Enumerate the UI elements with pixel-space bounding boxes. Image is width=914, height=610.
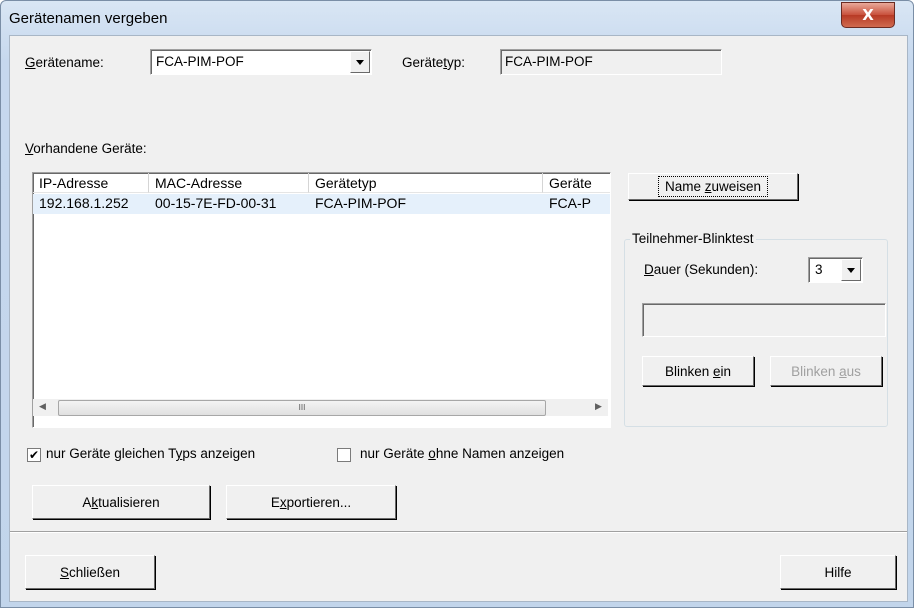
same-type-label[interactable]: nur Geräte gleichen Typs anzeigen	[46, 446, 255, 461]
export-label: Exportieren...	[270, 494, 352, 510]
close-label: Schließen	[59, 564, 121, 580]
title-bar[interactable]: Gerätenamen vergeben X	[1, 1, 913, 35]
column-header-mac[interactable]: MAC-Adresse	[149, 173, 309, 193]
refresh-button[interactable]: Aktualisieren	[32, 485, 210, 519]
cell-mac: 00-15-7E-FD-00-31	[155, 195, 277, 211]
duration-label: Dauer (Sekunden):	[644, 262, 759, 277]
device-type-value: FCA-PIM-POF	[505, 54, 593, 69]
close-button[interactable]: Schließen	[25, 555, 155, 589]
scroll-right-icon[interactable]: ▶	[591, 399, 606, 415]
dialog-window: Gerätenamen vergeben X Gerätename: FCA-P…	[0, 0, 914, 608]
duration-combobox[interactable]: 3	[808, 257, 863, 283]
refresh-label: Aktualisieren	[82, 494, 160, 510]
export-button[interactable]: Exportieren...	[226, 485, 396, 519]
existing-devices-label: Vorhandene Geräte:	[25, 141, 147, 156]
column-header-type2[interactable]: Geräte	[543, 173, 610, 193]
horizontal-scrollbar[interactable]: ◀ III ▶	[33, 399, 608, 416]
help-label: Hilfe	[824, 564, 852, 580]
blink-on-button[interactable]: Blinken ein	[642, 356, 754, 386]
dropdown-arrow-icon	[847, 267, 855, 273]
duration-value: 3	[815, 262, 823, 277]
device-type-field: FCA-PIM-POF	[500, 49, 722, 75]
blink-test-group-title: Teilnehmer-Blinktest	[630, 231, 756, 246]
no-name-checkbox[interactable]	[337, 448, 351, 462]
close-icon: X	[862, 6, 874, 24]
dropdown-arrow-icon	[356, 59, 364, 65]
scrollbar-thumb[interactable]: III	[58, 400, 546, 416]
assign-name-button[interactable]: Name zuweisen	[628, 173, 798, 200]
help-button[interactable]: Hilfe	[780, 555, 896, 589]
window-title: Gerätenamen vergeben	[9, 10, 168, 27]
cell-type: FCA-PIM-POF	[315, 195, 406, 211]
devices-listview[interactable]: IP-Adresse MAC-Adresse Gerätetyp Geräte …	[32, 172, 611, 428]
blink-off-button[interactable]: Blinken aus	[770, 356, 882, 386]
cell-type2: FCA-P	[549, 195, 591, 211]
table-row[interactable]: 192.168.1.252 00-15-7E-FD-00-31 FCA-PIM-…	[33, 194, 610, 214]
column-header-ip[interactable]: IP-Adresse	[33, 173, 149, 193]
blink-on-label: Blinken ein	[664, 363, 732, 379]
no-name-label[interactable]: nur Geräte ohne Namen anzeigen	[360, 446, 564, 461]
footer-separator	[10, 531, 907, 533]
close-window-button[interactable]: X	[841, 2, 895, 28]
device-name-value: FCA-PIM-POF	[156, 54, 244, 69]
same-type-checkbox[interactable]: ✔	[27, 448, 41, 462]
column-header-type[interactable]: Gerätetyp	[309, 173, 543, 193]
device-type-label: Gerätetyp:	[402, 55, 466, 70]
checkbox-check-icon: ✔	[28, 448, 40, 462]
blink-progress-bar	[642, 303, 886, 337]
blink-off-label: Blinken aus	[791, 363, 861, 379]
scrollbar-grip: III	[298, 403, 306, 412]
scroll-left-icon[interactable]: ◀	[35, 399, 50, 415]
device-name-combobox[interactable]: FCA-PIM-POF	[150, 49, 372, 75]
cell-ip: 192.168.1.252	[39, 195, 129, 211]
assign-name-label: Name zuweisen	[657, 176, 769, 197]
dialog-client-area: Gerätename: FCA-PIM-POF Gerätetyp: FCA-P…	[9, 35, 908, 602]
device-name-dropdown-button[interactable]	[350, 51, 370, 73]
duration-dropdown-button[interactable]	[841, 259, 861, 281]
device-name-label: Gerätename:	[25, 55, 104, 70]
